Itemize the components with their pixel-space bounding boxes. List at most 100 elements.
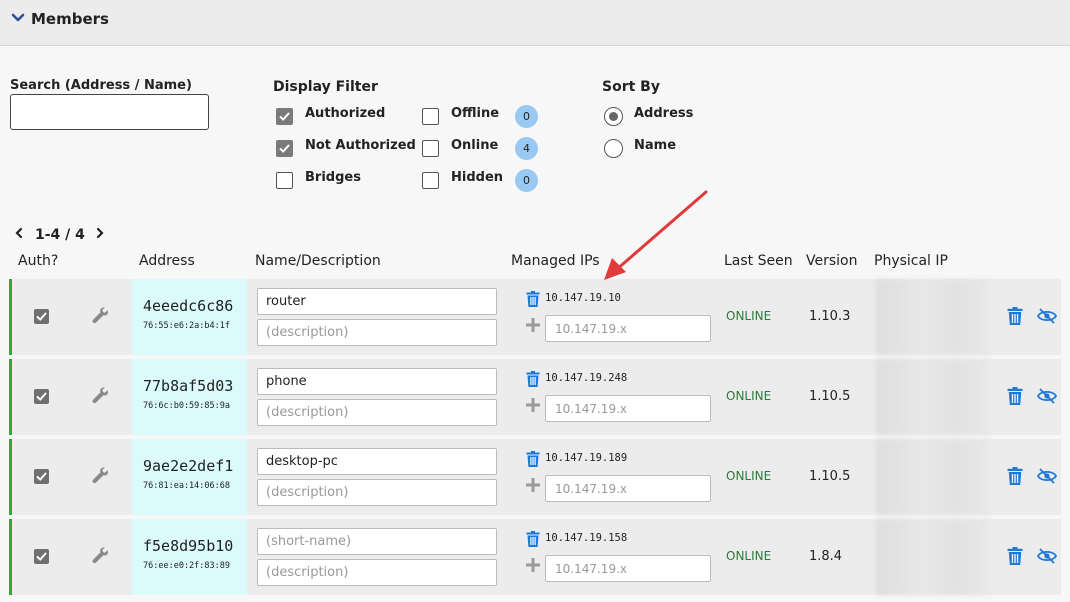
wrench-icon[interactable] xyxy=(92,307,110,325)
auth-checkbox[interactable] xyxy=(34,389,49,404)
display-filter-title: Display Filter xyxy=(273,79,378,95)
member-description-input[interactable] xyxy=(257,559,497,586)
sort-address-label: Address xyxy=(634,106,694,121)
physical-ip-redacted xyxy=(876,279,991,355)
check-icon xyxy=(36,392,47,401)
filter-offline-label: Offline xyxy=(451,106,500,121)
sort-name-radio[interactable] xyxy=(604,139,623,158)
column-header-version: Version xyxy=(806,253,858,269)
member-address: f5e8d95b10 xyxy=(143,537,234,555)
member-version: 1.8.4 xyxy=(809,549,843,564)
chevron-down-icon xyxy=(11,13,25,22)
table-row: f5e8d95b10 76:ee:e0:2f:83:89 10.147.19.158… xyxy=(9,519,1061,595)
member-version: 1.10.3 xyxy=(809,309,851,324)
physical-ip-redacted xyxy=(876,359,991,435)
hide-member-icon[interactable] xyxy=(1037,387,1057,405)
member-mac: 76:6c:b0:59:85:9a xyxy=(143,401,230,411)
add-ip-input[interactable] xyxy=(545,395,711,422)
search-label: Search (Address / Name) xyxy=(10,78,192,93)
auth-checkbox[interactable] xyxy=(34,469,49,484)
plus-icon[interactable] xyxy=(525,397,541,413)
member-address-cell: 4eeedc6c86 76:55:e6:2a:b4:1f xyxy=(132,279,247,355)
table-row: 4eeedc6c86 76:55:e6:2a:b4:1f 10.147.19.10 O… xyxy=(9,279,1061,355)
filter-authorized-checkbox[interactable] xyxy=(276,108,293,125)
table-row: 9ae2e2def1 76:81:ea:14:06:68 10.147.19.189… xyxy=(9,439,1061,515)
filter-not-authorized-checkbox[interactable] xyxy=(276,140,293,157)
chevron-left-icon[interactable] xyxy=(13,227,25,239)
delete-member-icon[interactable] xyxy=(1007,467,1023,485)
wrench-icon[interactable] xyxy=(92,467,110,485)
annotation-arrow-icon xyxy=(604,190,708,280)
delete-member-icon[interactable] xyxy=(1007,547,1023,565)
column-header-address[interactable]: Address xyxy=(139,253,195,269)
last-seen-status: ONLINE xyxy=(726,469,772,483)
add-ip-input[interactable] xyxy=(545,315,711,342)
filter-bridges-checkbox[interactable] xyxy=(276,172,293,189)
auth-checkbox[interactable] xyxy=(34,549,49,564)
managed-ip: 10.147.19.158 xyxy=(545,532,628,544)
check-icon xyxy=(36,312,47,321)
member-address-cell: 77b8af5d03 76:6c:b0:59:85:9a xyxy=(132,359,247,435)
member-description-input[interactable] xyxy=(257,479,497,506)
filter-online-label: Online xyxy=(451,138,499,153)
member-version: 1.10.5 xyxy=(809,469,851,484)
delete-ip-icon[interactable] xyxy=(526,291,540,307)
filter-authorized-label: Authorized xyxy=(305,106,386,121)
filter-hidden-checkbox[interactable] xyxy=(422,172,439,189)
filter-hidden-label: Hidden xyxy=(451,170,504,185)
wrench-icon[interactable] xyxy=(92,547,110,565)
add-ip-input[interactable] xyxy=(545,555,711,582)
pagination-range: 1-4 / 4 xyxy=(35,227,85,243)
last-seen-status: ONLINE xyxy=(726,389,772,403)
delete-ip-icon[interactable] xyxy=(526,531,540,547)
managed-ip: 10.147.19.248 xyxy=(545,372,628,384)
column-header-last-seen: Last Seen xyxy=(724,253,793,269)
member-address-cell: 9ae2e2def1 76:81:ea:14:06:68 xyxy=(132,439,247,515)
filter-not-authorized-label: Not Authorized xyxy=(305,138,416,153)
member-version: 1.10.5 xyxy=(809,389,851,404)
member-name-input[interactable] xyxy=(257,528,497,555)
column-header-name[interactable]: Name/Description xyxy=(255,253,381,269)
last-seen-status: ONLINE xyxy=(726,309,772,323)
search-input[interactable] xyxy=(10,94,209,130)
plus-icon[interactable] xyxy=(525,477,541,493)
physical-ip-redacted xyxy=(876,439,991,515)
delete-ip-icon[interactable] xyxy=(526,371,540,387)
managed-ip: 10.147.19.10 xyxy=(545,292,621,304)
member-description-input[interactable] xyxy=(257,319,497,346)
wrench-icon[interactable] xyxy=(92,387,110,405)
check-icon xyxy=(279,112,290,121)
filter-bridges-label: Bridges xyxy=(305,170,361,185)
managed-ip: 10.147.19.189 xyxy=(545,452,628,464)
sort-address-radio[interactable] xyxy=(604,107,623,126)
chevron-right-icon[interactable] xyxy=(94,227,106,239)
last-seen-status: ONLINE xyxy=(726,549,772,563)
hide-member-icon[interactable] xyxy=(1037,467,1057,485)
member-name-input[interactable] xyxy=(257,448,497,475)
sort-by-title: Sort By xyxy=(602,79,660,95)
member-address: 9ae2e2def1 xyxy=(143,457,234,475)
member-name-input[interactable] xyxy=(257,288,497,315)
member-description-input[interactable] xyxy=(257,399,497,426)
section-title: Members xyxy=(31,10,109,28)
column-header-managed-ips: Managed IPs xyxy=(511,253,600,269)
plus-icon[interactable] xyxy=(525,557,541,573)
hide-member-icon[interactable] xyxy=(1037,307,1057,325)
online-count-badge: 4 xyxy=(515,137,538,160)
delete-member-icon[interactable] xyxy=(1007,387,1023,405)
filter-online-checkbox[interactable] xyxy=(422,140,439,157)
sort-name-label: Name xyxy=(634,138,677,153)
delete-ip-icon[interactable] xyxy=(526,451,540,467)
member-mac: 76:55:e6:2a:b4:1f xyxy=(143,321,230,331)
column-header-auth: Auth? xyxy=(18,253,59,269)
delete-member-icon[interactable] xyxy=(1007,307,1023,325)
auth-checkbox[interactable] xyxy=(34,309,49,324)
member-name-input[interactable] xyxy=(257,368,497,395)
check-icon xyxy=(36,472,47,481)
member-address: 4eeedc6c86 xyxy=(143,297,234,315)
members-section-header[interactable]: Members xyxy=(0,0,1070,46)
filter-offline-checkbox[interactable] xyxy=(422,108,439,125)
plus-icon[interactable] xyxy=(525,317,541,333)
add-ip-input[interactable] xyxy=(545,475,711,502)
hide-member-icon[interactable] xyxy=(1037,547,1057,565)
